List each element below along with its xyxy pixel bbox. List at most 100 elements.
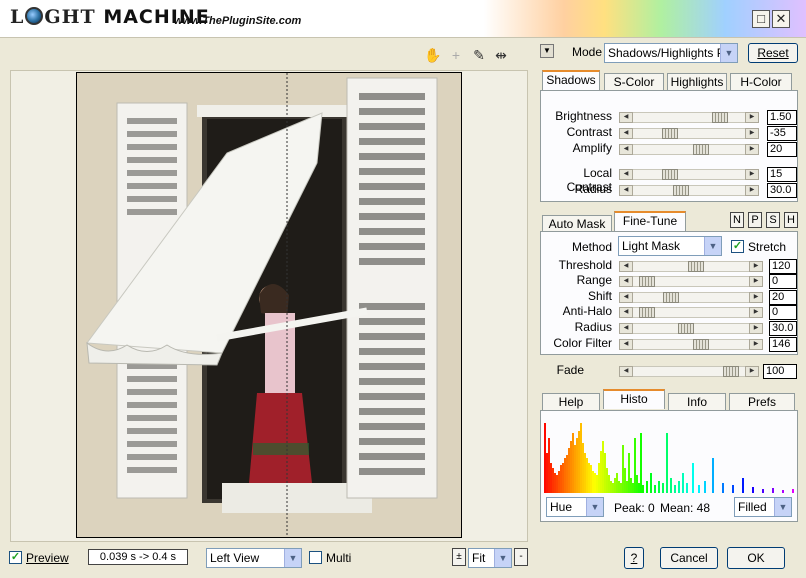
slider-left-arrow-icon[interactable]: ◀ [619,128,633,139]
color-filter-value[interactable]: 146 [769,337,797,352]
tab-help[interactable]: Help [542,393,600,411]
zoom-out-button[interactable]: - [514,548,528,566]
histogram-bar [572,433,574,493]
tab-histo[interactable]: Histo [603,389,665,409]
close-button[interactable]: ✕ [772,10,790,28]
contrast-slider-thumb[interactable] [662,128,679,139]
finetune-radius-value[interactable]: 30.0 [769,321,797,336]
zoom-in-button[interactable]: ± [452,548,466,566]
slider-left-arrow-icon[interactable]: ◀ [619,144,633,155]
shadows-radius-value[interactable]: 30.0 [767,183,797,198]
range-slider-thumb[interactable] [638,276,655,287]
eyedropper-tool-icon[interactable]: ✎ [470,46,488,64]
p-button[interactable]: P [748,212,762,228]
n-button[interactable]: N [730,212,744,228]
shift-slider[interactable]: ◀ ▶ [619,292,763,303]
slider-left-arrow-icon[interactable]: ◀ [619,323,633,334]
hand-tool-icon[interactable]: ✋ [424,46,442,64]
zoom-select-arrow-icon: ▼ [494,549,511,567]
slider-left-arrow-icon[interactable]: ◀ [619,366,633,377]
method-select[interactable]: Light Mask ▼ [618,236,722,256]
slider-left-arrow-icon[interactable]: ◀ [619,292,633,303]
fade-value[interactable]: 100 [763,364,797,379]
amplify-slider[interactable]: ◀ ▶ [619,144,759,155]
slider-left-arrow-icon[interactable]: ◀ [619,185,633,196]
brightness-slider[interactable]: ◀ ▶ [619,112,759,123]
shadows-radius-slider[interactable]: ◀ ▶ [619,185,759,196]
threshold-value[interactable]: 120 [769,259,797,274]
slider-right-arrow-icon[interactable]: ▶ [749,292,763,303]
slider-right-arrow-icon[interactable]: ▶ [745,144,759,155]
slider-left-arrow-icon[interactable]: ◀ [619,169,633,180]
amplify-value[interactable]: 20 [767,142,797,157]
contrast-slider[interactable]: ◀ ▶ [619,128,759,139]
slider-left-arrow-icon[interactable]: ◀ [619,276,633,287]
brightness-slider-thumb[interactable] [712,112,729,123]
anti-halo-slider[interactable]: ◀ ▶ [619,307,763,318]
contrast-value[interactable]: -35 [767,126,797,141]
fade-slider[interactable]: ◀ ▶ [619,366,759,377]
slider-left-arrow-icon[interactable]: ◀ [619,339,633,350]
tab-h-color[interactable]: H-Color [730,73,792,91]
help-button[interactable]: ? [624,547,644,569]
shadows-radius-slider-thumb[interactable] [673,185,690,196]
view-select[interactable]: Left View ▼ [206,548,302,568]
shift-value[interactable]: 20 [769,290,797,305]
threshold-slider[interactable]: ◀ ▶ [619,261,763,272]
split-view-tool-icon[interactable]: ⇹ [492,46,510,64]
collapse-toggle-icon[interactable]: ▼ [540,44,554,58]
preview-label: Preview [26,551,69,565]
slider-left-arrow-icon[interactable]: ◀ [619,307,633,318]
slider-left-arrow-icon[interactable]: ◀ [619,261,633,272]
finetune-radius-slider-thumb[interactable] [678,323,695,334]
slider-right-arrow-icon[interactable]: ▶ [745,185,759,196]
finetune-radius-slider[interactable]: ◀ ▶ [619,323,763,334]
multi-checkbox[interactable] [309,551,322,564]
slider-right-arrow-icon[interactable]: ▶ [749,261,763,272]
local-contrast-slider-thumb[interactable] [662,169,679,180]
fade-slider-thumb[interactable] [723,366,740,377]
slider-right-arrow-icon[interactable]: ▶ [745,112,759,123]
anti-halo-slider-thumb[interactable] [638,307,655,318]
tab-s-color[interactable]: S-Color [604,73,664,91]
slider-right-arrow-icon[interactable]: ▶ [745,128,759,139]
s-button[interactable]: S [766,212,780,228]
local-contrast-value[interactable]: 15 [767,167,797,182]
brightness-value[interactable]: 1.50 [767,110,797,125]
slider-right-arrow-icon[interactable]: ▶ [749,323,763,334]
slider-right-arrow-icon[interactable]: ▶ [749,276,763,287]
shift-slider-thumb[interactable] [663,292,680,303]
amplify-slider-thumb[interactable] [693,144,710,155]
color-filter-slider[interactable]: ◀ ▶ [619,339,763,350]
anti-halo-value[interactable]: 0 [769,305,797,320]
preview-image[interactable] [76,72,462,538]
tab-info[interactable]: Info [668,393,726,411]
tab-highlights[interactable]: Highlights [667,73,727,91]
threshold-slider-thumb[interactable] [687,261,704,272]
slider-right-arrow-icon[interactable]: ▶ [749,339,763,350]
histo-style-select[interactable]: Filled ▼ [734,497,792,517]
histogram-bar [752,487,754,493]
cancel-button[interactable]: Cancel [660,547,718,569]
color-filter-slider-thumb[interactable] [692,339,709,350]
maximize-button[interactable]: □ [752,10,770,28]
range-slider[interactable]: ◀ ▶ [619,276,763,287]
preview-checkbox[interactable]: ✓ [9,551,22,564]
mode-select[interactable]: Shadows/Highlights Pro ▼ [604,43,738,63]
local-contrast-slider[interactable]: ◀ ▶ [619,169,759,180]
histo-channel-select[interactable]: Hue ▼ [546,497,604,517]
tab-prefs[interactable]: Prefs [729,393,795,411]
crosshair-tool-icon[interactable]: + [447,46,465,64]
slider-right-arrow-icon[interactable]: ▶ [745,169,759,180]
slider-left-arrow-icon[interactable]: ◀ [619,112,633,123]
h-button[interactable]: H [784,212,798,228]
ok-button[interactable]: OK [727,547,785,569]
stretch-checkbox[interactable]: ✓ [731,240,744,253]
slider-right-arrow-icon[interactable]: ▶ [745,366,759,377]
reset-button[interactable]: Reset [748,43,798,63]
tab-fine-tune[interactable]: Fine-Tune [614,211,686,231]
slider-right-arrow-icon[interactable]: ▶ [749,307,763,318]
tab-shadows[interactable]: Shadows [542,70,600,90]
range-value[interactable]: 0 [769,274,797,289]
zoom-select[interactable]: Fit ▼ [468,548,512,568]
